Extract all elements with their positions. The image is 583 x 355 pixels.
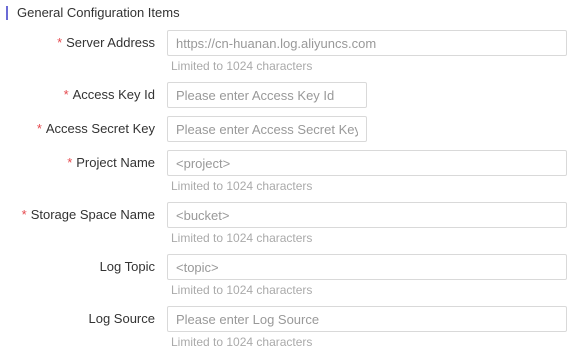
section-title: General Configuration Items (17, 5, 180, 20)
configuration-form: General Configuration Items * Server Addr… (0, 0, 583, 355)
access-secret-key-label: * Access Secret Key (37, 121, 155, 137)
access-secret-key-label-text: Access Secret Key (45, 121, 155, 136)
log-source-input[interactable] (167, 306, 567, 332)
required-marker: * (63, 87, 69, 102)
server-address-hint: Limited to 1024 characters (171, 59, 313, 73)
required-marker: * (21, 207, 27, 222)
project-name-input[interactable] (167, 150, 567, 176)
access-key-id-label-text: Access Key Id (72, 87, 155, 102)
log-source-label-text: Log Source (88, 311, 156, 326)
project-name-label-text: Project Name (76, 155, 155, 170)
section-header: General Configuration Items (6, 5, 180, 21)
server-address-label-text: Server Address (66, 35, 155, 50)
log-source-hint: Limited to 1024 characters (171, 335, 313, 349)
log-source-label: Log Source (89, 311, 156, 327)
storage-space-name-hint: Limited to 1024 characters (171, 231, 313, 245)
required-marker: * (67, 155, 73, 170)
access-secret-key-input[interactable] (167, 116, 367, 142)
log-topic-input[interactable] (167, 254, 567, 280)
required-marker: * (36, 121, 42, 136)
access-key-id-input[interactable] (167, 82, 367, 108)
server-address-input[interactable] (167, 30, 567, 56)
storage-space-name-label-text: Storage Space Name (30, 207, 155, 222)
project-name-label: * Project Name (67, 155, 155, 171)
log-topic-label: Log Topic (100, 259, 155, 275)
server-address-label: * Server Address (57, 35, 155, 51)
log-topic-label-text: Log Topic (99, 259, 155, 274)
required-marker: * (57, 35, 63, 50)
log-topic-hint: Limited to 1024 characters (171, 283, 313, 297)
section-accent-bar (6, 6, 8, 20)
project-name-hint: Limited to 1024 characters (171, 179, 313, 193)
access-key-id-label: * Access Key Id (64, 87, 155, 103)
storage-space-name-label: * Storage Space Name (22, 207, 155, 223)
storage-space-name-input[interactable] (167, 202, 567, 228)
